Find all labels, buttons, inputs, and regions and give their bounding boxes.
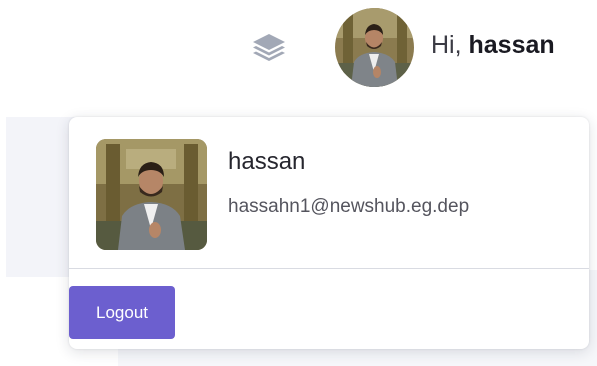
user-dropdown-menu: hassan hassahn1@newshub.eg.dep Logout [69, 117, 589, 349]
user-avatar[interactable] [335, 8, 414, 87]
profile-email: hassahn1@newshub.eg.dep [228, 196, 470, 217]
profile-name: hassan [228, 148, 306, 175]
divider [69, 268, 589, 269]
user-greeting[interactable]: Hi, hassan [431, 31, 555, 60]
greeting-prefix: Hi, [431, 31, 469, 59]
profile-avatar [96, 139, 207, 250]
layers-icon[interactable] [251, 28, 287, 64]
greeting-name: hassan [468, 31, 555, 59]
logout-button[interactable]: Logout [69, 286, 175, 339]
page: Hi, hassan hassan hassahn1@newshub.eg.de… [0, 0, 597, 366]
